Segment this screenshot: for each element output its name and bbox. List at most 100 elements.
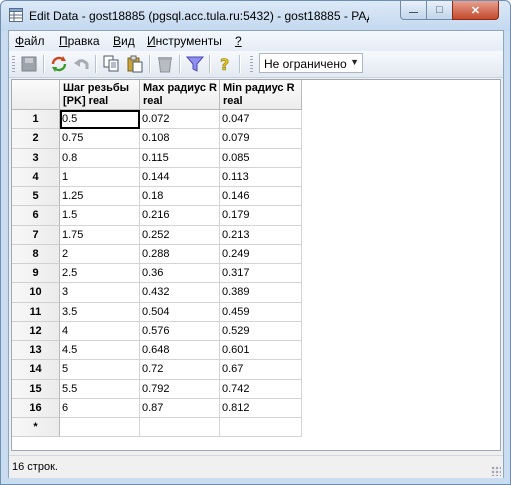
maximize-button[interactable]: □ [426,1,453,20]
table-cell[interactable]: 1.25 [60,187,140,207]
row-header[interactable]: 5 [12,187,60,207]
table-cell[interactable]: 3 [60,283,140,303]
table-cell[interactable]: 0.079 [220,129,302,149]
row-header[interactable]: 7 [12,225,60,245]
row-header[interactable]: 10 [12,283,60,303]
table-cell[interactable]: 0.146 [220,187,302,207]
row-header[interactable]: 12 [12,321,60,341]
save-button[interactable] [19,54,39,74]
row-header[interactable]: 2 [12,129,60,149]
table-cell[interactable]: 0.115 [140,148,220,168]
table-cell[interactable]: 6 [60,398,140,418]
table-cell[interactable]: 4.5 [60,341,140,361]
resize-grip[interactable] [491,466,501,476]
table-cell[interactable]: 2.5 [60,264,140,284]
table-cell[interactable]: 0.504 [140,302,220,322]
title-bar[interactable]: Edit Data - gost18885 (pgsql.acc.tula.ru… [1,1,510,31]
menu-tools-label: нструменты [155,34,222,48]
table-cell[interactable]: 0.432 [140,283,220,303]
table-cell[interactable]: 2 [60,244,140,264]
column-header-type: [PK] real [63,95,109,107]
table-cell[interactable]: 0.047 [220,110,302,130]
toolbar-grip[interactable] [12,56,15,72]
svg-text:?: ? [220,55,229,73]
table-cell[interactable]: 3.5 [60,302,140,322]
new-row-cell[interactable] [220,418,302,438]
table-cell[interactable]: 0.317 [220,264,302,284]
table-cell[interactable]: 5.5 [60,379,140,399]
row-header[interactable]: 13 [12,341,60,361]
refresh-button[interactable] [49,54,69,74]
table-cell[interactable]: 0.576 [140,321,220,341]
table-cell[interactable]: 0.18 [140,187,220,207]
menu-view[interactable]: Вид [113,34,135,48]
minimize-button[interactable]: — [400,1,427,20]
menu-edit[interactable]: Правка [59,34,100,48]
help-button[interactable]: ? [215,54,235,74]
row-header[interactable]: 15 [12,379,60,399]
toolbar-separator [179,55,181,73]
table-cell[interactable]: 0.179 [220,206,302,226]
table-cell[interactable]: 0.085 [220,148,302,168]
table-cell[interactable]: 0.459 [220,302,302,322]
row-limit-select[interactable]: Не ограничено ▼ [259,53,363,73]
table-cell[interactable]: 0.87 [140,398,220,418]
table-cell[interactable]: 0.113 [220,167,302,187]
table-cell[interactable]: 0.108 [140,129,220,149]
row-header[interactable]: 9 [12,264,60,284]
table-cell[interactable]: 0.648 [140,341,220,361]
column-header-max-radius[interactable]: Max радиус R real [140,80,220,110]
table-cell[interactable]: 5 [60,360,140,380]
table-cell[interactable]: 0.216 [140,206,220,226]
table-cell[interactable]: 0.252 [140,225,220,245]
menu-tools[interactable]: Инструменты [147,34,222,48]
new-row-cell[interactable] [140,418,220,438]
table-cell[interactable]: 0.601 [220,341,302,361]
undo-icon [74,59,89,69]
table-cell[interactable]: 0.072 [140,110,220,130]
table-cell[interactable]: 0.8 [60,148,140,168]
filter-button[interactable] [185,54,205,74]
undo-button[interactable] [71,54,91,74]
table-cell[interactable]: 0.5 [60,110,140,130]
table-cell[interactable]: 0.36 [140,264,220,284]
close-button[interactable]: ✕ [452,1,499,20]
row-header[interactable]: 14 [12,360,60,380]
column-header-thread-pitch[interactable]: Шаг резьбы [PK] real [60,80,140,110]
table-cell[interactable]: 0.529 [220,321,302,341]
new-row-header[interactable]: * [12,418,60,438]
menu-file[interactable]: Файл [15,34,45,48]
table-cell[interactable]: 0.288 [140,244,220,264]
table-cell[interactable]: 0.144 [140,167,220,187]
row-header[interactable]: 1 [12,110,60,130]
table-cell[interactable]: 1.75 [60,225,140,245]
table-cell[interactable]: 0.249 [220,244,302,264]
row-header[interactable]: 6 [12,206,60,226]
menu-help[interactable]: ? [235,34,242,48]
copy-button[interactable] [101,54,121,74]
data-grid[interactable]: Шаг резьбы [PK] real Max радиус R real M… [11,79,501,451]
table-cell[interactable]: 1.5 [60,206,140,226]
grid-corner[interactable] [12,80,60,110]
table-cell[interactable]: 0.75 [60,129,140,149]
table-cell[interactable]: 0.812 [220,398,302,418]
table-cell[interactable]: 0.213 [220,225,302,245]
table-cell[interactable]: 4 [60,321,140,341]
toolbar-grip[interactable] [250,56,253,72]
table-cell[interactable]: 0.72 [140,360,220,380]
row-header[interactable]: 3 [12,148,60,168]
paste-button[interactable] [125,54,145,74]
table-cell[interactable]: 0.742 [220,379,302,399]
row-header[interactable]: 11 [12,302,60,322]
table-cell[interactable]: 0.389 [220,283,302,303]
row-header[interactable]: 8 [12,244,60,264]
table-cell[interactable]: 0.792 [140,379,220,399]
table-cell[interactable]: 0.67 [220,360,302,380]
new-row-cell[interactable] [60,418,140,438]
delete-button[interactable] [155,54,175,74]
table-cell[interactable]: 1 [60,167,140,187]
column-header-min-radius[interactable]: Min радиус R real [220,80,302,110]
row-header[interactable]: 4 [12,167,60,187]
row-header[interactable]: 16 [12,398,60,418]
column-header-type: real [223,95,243,107]
